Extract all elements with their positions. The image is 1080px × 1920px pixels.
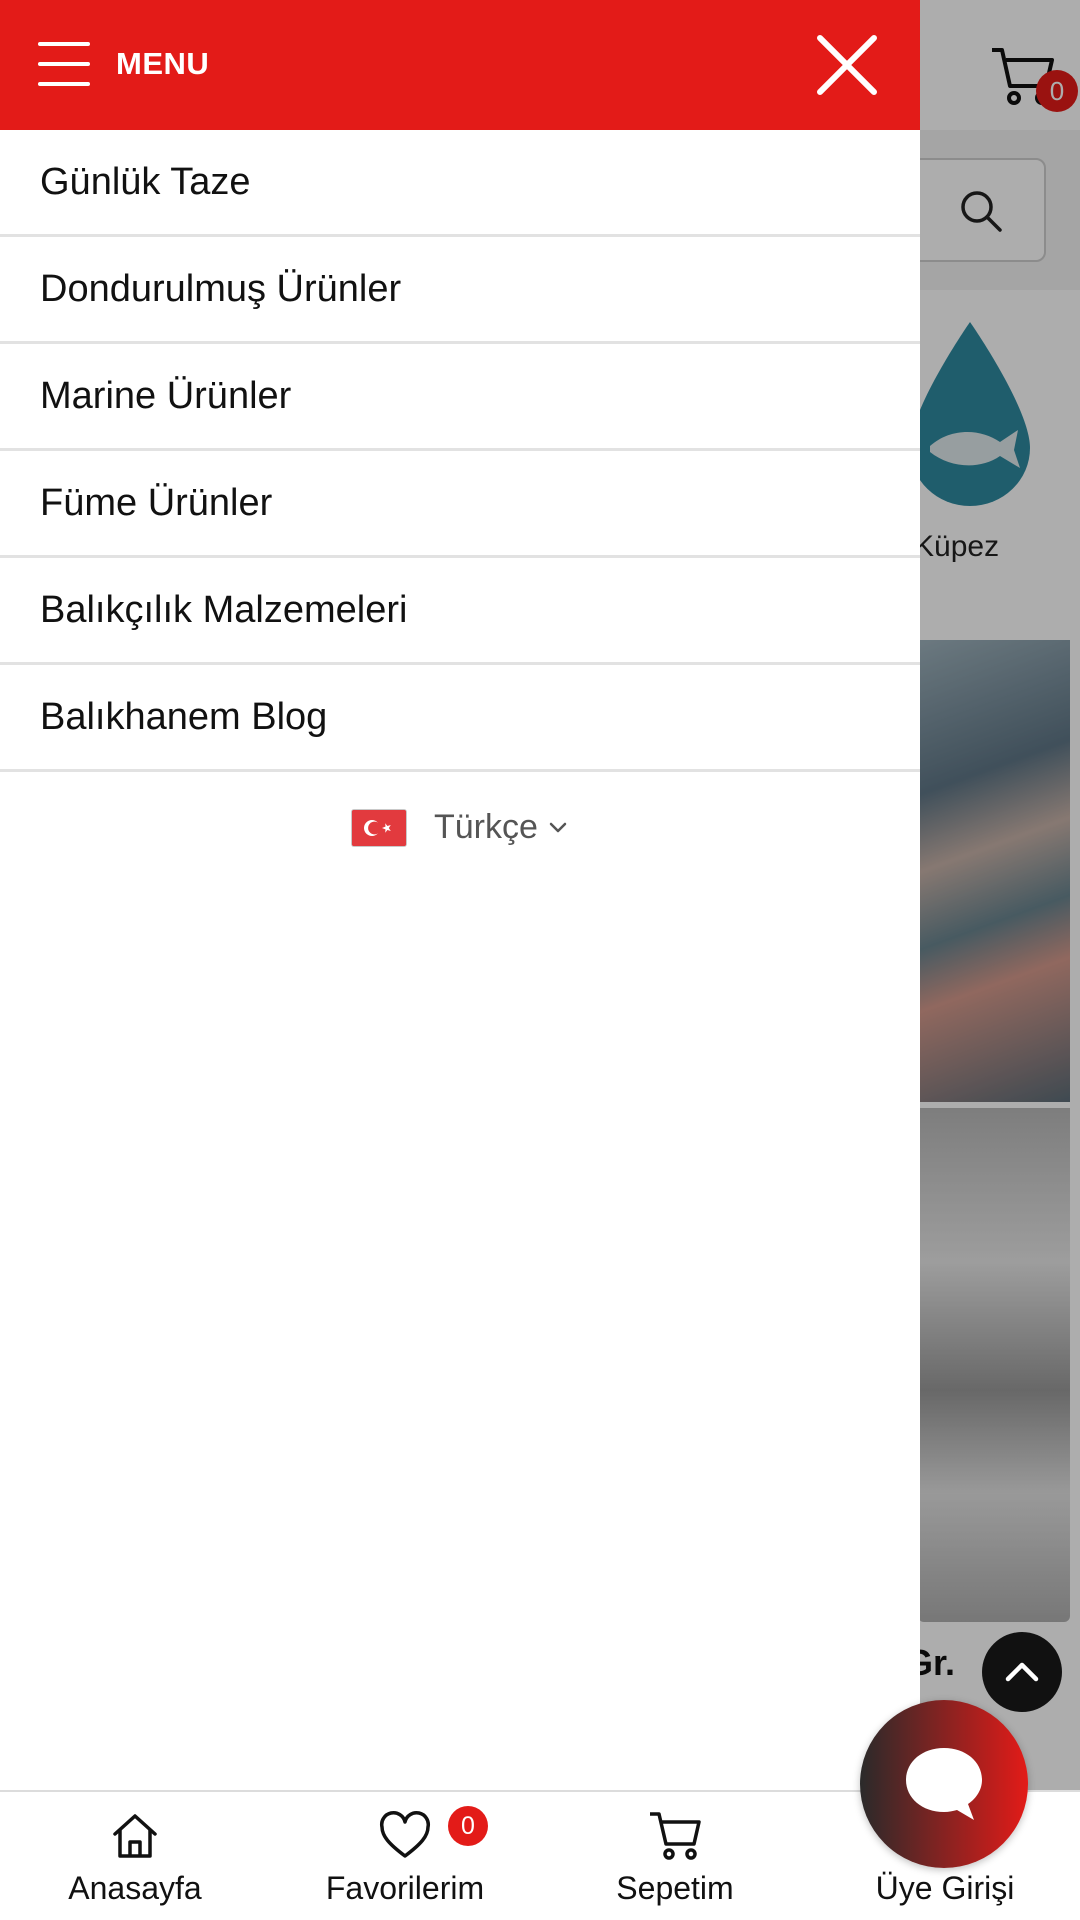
live-chat-button[interactable]: [860, 1700, 1028, 1868]
chevron-down-icon: [549, 822, 567, 832]
chevron-up-icon: [1005, 1662, 1039, 1682]
scroll-to-top-button[interactable]: [982, 1632, 1062, 1712]
turkey-flag-icon: [352, 809, 406, 846]
menu-item-dondurulmus-urunler[interactable]: Dondurulmuş Ürünler: [0, 237, 920, 344]
tab-sepetim[interactable]: Sepetim: [590, 1792, 760, 1920]
tab-anasayfa[interactable]: Anasayfa: [50, 1792, 220, 1920]
favorites-badge: 0: [448, 1806, 488, 1846]
menu-item-gunluk-taze[interactable]: Günlük Taze: [0, 130, 920, 237]
menu-item-marine-urunler[interactable]: Marine Ürünler: [0, 344, 920, 451]
tab-label: Anasayfa: [68, 1870, 202, 1906]
menu-item-balikcilik-malzemeleri[interactable]: Balıkçılık Malzemeleri: [0, 558, 920, 665]
menu-item-balikhanem-blog[interactable]: Balıkhanem Blog: [0, 665, 920, 772]
heart-icon: [379, 1811, 431, 1858]
drawer-header: MENU: [0, 0, 920, 130]
tab-label: Favorilerim: [325, 1870, 485, 1906]
close-icon[interactable]: [812, 30, 882, 100]
chat-bubble-icon: [906, 1748, 982, 1820]
menu-title: MENU: [116, 46, 210, 81]
language-selector[interactable]: Türkçe: [352, 808, 568, 847]
hamburger-menu-icon[interactable]: [38, 42, 90, 86]
tab-label: Üye Girişi: [875, 1870, 1015, 1906]
home-icon: [113, 1814, 157, 1858]
cart-icon: [650, 1812, 701, 1860]
side-menu-drawer: MENU Günlük Taze Dondurulmuş Ürünler Mar…: [0, 0, 920, 1920]
tab-label: Sepetim: [616, 1870, 734, 1906]
menu-item-fume-urunler[interactable]: Füme Ürünler: [0, 451, 920, 558]
menu-list: Günlük Taze Dondurulmuş Ürünler Marine Ü…: [0, 130, 920, 772]
tab-favorilerim[interactable]: Favorilerim 0: [310, 1792, 500, 1920]
language-label: Türkçe: [434, 808, 538, 846]
